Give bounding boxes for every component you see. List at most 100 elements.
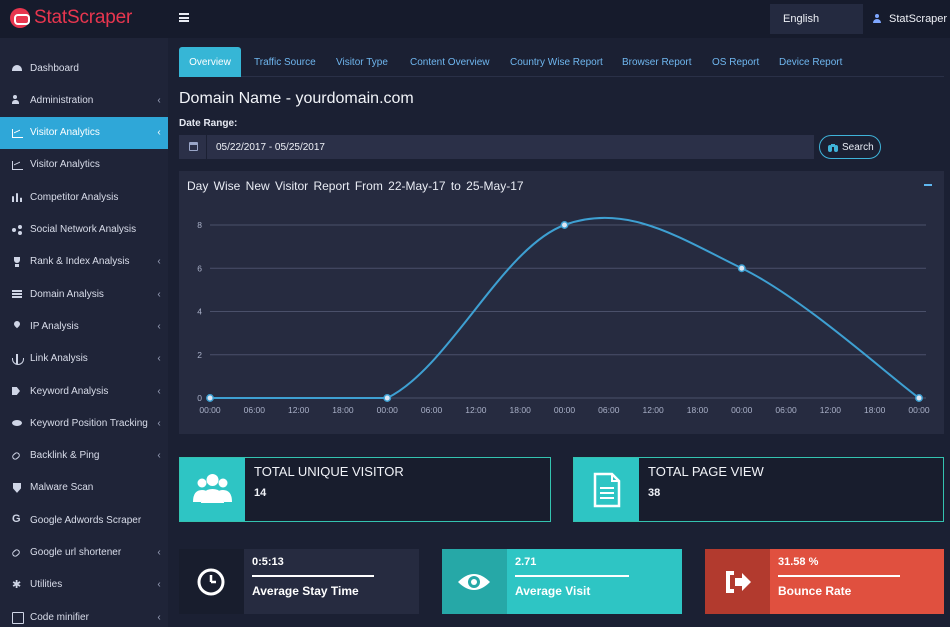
y-tick-label: 0 — [197, 393, 202, 403]
eye-icon — [458, 574, 490, 590]
y-tick-label: 2 — [197, 350, 202, 360]
tag-icon — [12, 386, 22, 396]
sidebar-item-label: Google Adwords Scraper — [30, 514, 142, 526]
sidebar-item-label: Code minifier — [30, 611, 89, 623]
chevron-left-icon: ‹ — [157, 579, 161, 591]
tab-content-overview[interactable]: Content Overview — [410, 47, 489, 77]
sidebar-item-label: Visitor Analytics — [30, 159, 100, 171]
sidebar-item-administration[interactable]: Administration ‹ — [0, 84, 168, 116]
users-icon — [193, 474, 232, 503]
sidebar-item-competitor-analysis[interactable]: Competitor Analysis — [0, 181, 168, 213]
bounce-rate-icon-box — [705, 549, 770, 614]
eye-icon — [12, 418, 22, 428]
app-name: StatScraper — [34, 7, 133, 28]
sidebar-item-domain-analysis[interactable]: Domain Analysis ‹ — [0, 278, 168, 310]
x-tick-label: 18:00 — [864, 405, 886, 415]
x-tick-label: 00:00 — [908, 405, 930, 415]
sidebar-item-malware-scan[interactable]: Malware Scan — [0, 472, 168, 504]
x-tick-label: 18:00 — [332, 405, 354, 415]
bounce-rate-value: 31.58 % — [778, 556, 819, 568]
sidebar-item-google-url-shortener[interactable]: Google url shortener ‹ — [0, 537, 168, 569]
tab-traffic-source[interactable]: Traffic Source — [254, 47, 316, 77]
link-icon — [12, 548, 22, 558]
date-range-input[interactable]: 05/22/2017 - 05/25/2017 — [216, 142, 325, 153]
x-tick-label: 18:00 — [510, 405, 532, 415]
page-view-title: TOTAL PAGE VIEW — [648, 464, 764, 479]
sidebar-item-social-network-analysis[interactable]: Social Network Analysis — [0, 214, 168, 246]
chevron-left-icon: ‹ — [157, 288, 161, 300]
unique-visitor-icon-box — [180, 458, 245, 521]
tab-device-report[interactable]: Device Report — [779, 47, 842, 77]
x-tick-label: 18:00 — [687, 405, 709, 415]
x-tick-label: 12:00 — [820, 405, 842, 415]
date-range-field[interactable]: 05/22/2017 - 05/25/2017 — [179, 135, 814, 159]
x-tick-label: 12:00 — [642, 405, 664, 415]
avg-visit-divider — [515, 575, 629, 577]
logo-icon — [10, 8, 30, 28]
y-tick-label: 8 — [197, 220, 202, 230]
sidebar-item-dashboard[interactable]: Dashboard — [0, 52, 168, 84]
sidebar-item-visitor-analytics[interactable]: Visitor Analytics ‹ — [0, 116, 168, 149]
tab-visitor-type[interactable]: Visitor Type — [336, 47, 388, 77]
chevron-left-icon: ‹ — [157, 385, 161, 397]
calendar-button[interactable] — [179, 135, 207, 159]
collapse-icon[interactable] — [924, 184, 932, 186]
top-bar: StatScraper English StatScraper — [0, 0, 950, 38]
avg-visit-icon-box — [442, 549, 507, 614]
data-point — [206, 394, 214, 402]
sign-out-icon — [726, 571, 751, 593]
search-button[interactable]: Search — [819, 135, 881, 159]
avg-visit-value: 2.71 — [515, 556, 537, 568]
google-icon — [12, 513, 22, 525]
avg-stay-divider — [252, 575, 374, 577]
calendar-icon — [189, 142, 198, 151]
y-tick-label: 4 — [197, 307, 202, 317]
sidebar-item-rank-index-analysis[interactable]: Rank & Index Analysis ‹ — [0, 246, 168, 278]
tab-country-wise-report[interactable]: Country Wise Report — [510, 47, 603, 77]
sidebar-item-label: Keyword Analysis — [30, 385, 109, 397]
menu-toggle-icon[interactable] — [179, 13, 189, 22]
tab-browser-report[interactable]: Browser Report — [622, 47, 691, 77]
binoculars-icon — [828, 143, 838, 152]
avg-stay-tile: 0:5:13 Average Stay Time — [179, 549, 419, 614]
line-chart-icon — [12, 128, 23, 138]
sidebar-item-link-analysis[interactable]: Link Analysis ‹ — [0, 343, 168, 375]
sidebar-item-keyword-analysis[interactable]: Keyword Analysis ‹ — [0, 375, 168, 407]
bounce-rate-label: Bounce Rate — [778, 584, 852, 598]
sidebar-item-label: Domain Analysis — [30, 288, 104, 300]
avg-visit-tile: 2.71 Average Visit — [442, 549, 682, 614]
x-tick-label: 06:00 — [421, 405, 443, 415]
user-menu[interactable]: StatScraper — [863, 4, 950, 34]
sidebar-item-ip-analysis[interactable]: IP Analysis ‹ — [0, 310, 168, 342]
chevron-left-icon: ‹ — [157, 611, 161, 623]
date-range-label: Date Range: — [179, 118, 238, 129]
link-icon — [12, 451, 22, 461]
sidebar-item-label: Malware Scan — [30, 482, 94, 494]
domain-title: Domain Name - yourdomain.com — [179, 90, 414, 107]
tab-os-report[interactable]: OS Report — [712, 47, 759, 77]
chevron-left-icon: ‹ — [157, 547, 161, 558]
sidebar-item-google-adwords-scraper[interactable]: Google Adwords Scraper — [0, 504, 168, 536]
sidebar-item-code-minifier[interactable]: Code minifier ‹ — [0, 601, 168, 627]
app-logo[interactable]: StatScraper — [10, 7, 168, 29]
x-tick-label: 06:00 — [598, 405, 620, 415]
x-tick-label: 06:00 — [244, 405, 266, 415]
sidebar-item-utilities[interactable]: Utilities ‹ — [0, 569, 168, 601]
visitor-line-chart: 0 2 4 6 8 00:00 06:00 12:00 18:00 00:00 06:00 12:00… — [197, 216, 930, 415]
dashboard-icon — [12, 63, 22, 73]
sidebar-item-label: Rank & Index Analysis — [30, 256, 130, 268]
unique-visitor-card: TOTAL UNIQUE VISITOR 14 — [179, 457, 551, 522]
map-pin-icon — [12, 321, 22, 331]
language-selector[interactable]: English — [770, 4, 863, 34]
sidebar-item-backlink-ping[interactable]: Backlink & Ping ‹ — [0, 440, 168, 472]
sidebar-item-visitor-analytics[interactable]: Visitor Analytics — [0, 149, 168, 181]
tab-overview[interactable]: Overview — [179, 47, 241, 77]
x-tick-label: 00:00 — [554, 405, 576, 415]
chevron-left-icon: ‹ — [157, 94, 161, 106]
sidebar-item-label: Dashboard — [30, 62, 79, 74]
document-icon — [593, 472, 621, 508]
y-tick-label: 6 — [197, 263, 202, 273]
trophy-icon — [12, 256, 22, 267]
sidebar-item-keyword-position-tracking[interactable]: Keyword Position Tracking ‹ — [0, 407, 168, 439]
avg-visit-label: Average Visit — [515, 584, 591, 598]
